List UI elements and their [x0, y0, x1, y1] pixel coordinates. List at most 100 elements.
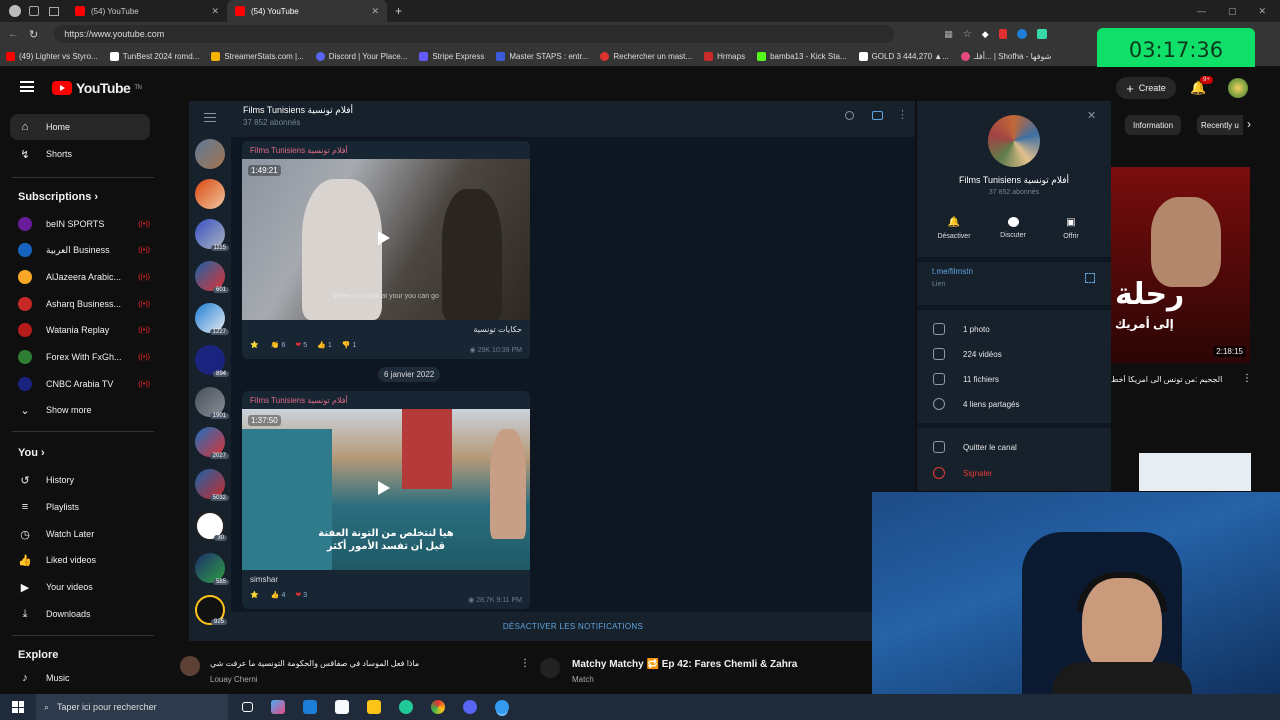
chat-avatar[interactable]: 894 [195, 345, 229, 377]
avatar[interactable] [1228, 78, 1248, 98]
outlook-icon[interactable] [303, 700, 317, 714]
reaction-chip[interactable]: ⭐ [250, 591, 261, 599]
back-icon[interactable]: ← [8, 28, 19, 40]
video-title[interactable]: الجحيم :من تونس الى امريكا أخط [1111, 375, 1239, 384]
minimize-icon[interactable]: — [1197, 6, 1206, 17]
shared-links-row[interactable]: 4 liens partagés [933, 398, 1019, 410]
start-icon[interactable] [12, 701, 24, 713]
sidebar-item-your-videos[interactable]: ▶ Your videos [10, 574, 150, 600]
gift-button[interactable]: ▣ Offrir [1046, 209, 1096, 247]
sidebar-item-history[interactable]: ↺ History [10, 467, 150, 493]
chip-recently-uploaded[interactable]: Recently u [1197, 115, 1243, 135]
sidebar-item-downloads[interactable]: ⤓ Downloads [10, 601, 150, 627]
url-field[interactable]: https://www.youtube.com [54, 25, 895, 43]
close-window-icon[interactable]: ✕ [1258, 6, 1266, 17]
reaction-chip[interactable]: ❤ 5 [295, 341, 307, 350]
new-tab-button[interactable]: + [395, 4, 402, 18]
bookmark-item[interactable]: bamba13 - Kick Sta... [757, 51, 847, 61]
reload-icon[interactable]: ↻ [29, 28, 38, 41]
menu-icon[interactable] [204, 113, 216, 122]
bookmark-item[interactable]: Stripe Express [419, 51, 484, 61]
tab-youtube-1[interactable]: (54) YouTube ✕ [67, 0, 227, 22]
report-button[interactable]: Signaler [933, 467, 992, 479]
bookmark-item[interactable]: (49) Lighter vs Styro... [6, 51, 98, 61]
chat-avatar[interactable]: 1227 [195, 303, 229, 335]
more-options-icon[interactable]: ⋮ [897, 108, 908, 121]
tab-actions-icon[interactable] [49, 6, 59, 16]
show-more-button[interactable]: ⌄ Show more [10, 397, 150, 423]
edge-icon[interactable] [399, 700, 413, 714]
leave-channel-button[interactable]: Quitter le canal [933, 441, 1017, 453]
qr-code-icon[interactable] [1085, 273, 1095, 283]
sidebar-item-subscription[interactable]: Forex With FxGh... ((•)) [10, 344, 150, 370]
video-thumbnail[interactable] [1139, 453, 1251, 491]
reaction-chip[interactable]: 👍 4 [271, 591, 286, 600]
media-videos-row[interactable]: 224 vidéos [933, 348, 1002, 360]
bookmark-item[interactable]: StreamerStats.com |... [211, 51, 304, 61]
close-icon[interactable]: ✕ [1087, 109, 1096, 122]
bookmark-item[interactable]: Discord | Your Place... [315, 51, 407, 61]
channel-post[interactable]: Films Tunisiens أفلام تونسية 1:49:21 Whe… [242, 141, 530, 359]
menu-icon[interactable] [20, 81, 34, 92]
play-icon[interactable] [378, 481, 394, 497]
extension-red-icon[interactable] [998, 29, 1007, 39]
sidebar-item-subscription[interactable]: العربية Business ((•)) [10, 237, 150, 263]
sidebar-item-subscription[interactable]: CNBC Arabia TV ((•)) [10, 371, 150, 397]
reaction-chip[interactable]: 👎 1 [342, 341, 357, 350]
channel-link[interactable]: t.me/filmstn [932, 267, 973, 276]
media-photos-row[interactable]: 1 photo [933, 323, 990, 335]
mute-button[interactable]: 🔔 Désactiver [929, 209, 979, 247]
extension-green-icon[interactable] [1036, 29, 1047, 39]
chevron-right-icon[interactable]: › [1247, 117, 1251, 131]
chat-avatar[interactable]: 30 [195, 511, 227, 541]
bookmark-item[interactable]: TunBest 2024 romd... [109, 51, 199, 61]
bookmark-item[interactable]: Hrmaps [704, 51, 745, 61]
reaction-chip[interactable]: ⭐ [250, 341, 261, 349]
discuss-button[interactable]: Discuter [988, 209, 1038, 247]
bookmark-item[interactable]: Rechercher un mast... [600, 51, 692, 61]
create-button[interactable]: + Create [1116, 77, 1176, 99]
chat-avatar[interactable]: 1115 [195, 219, 229, 251]
notifications-button[interactable]: 🔔 9+ [1190, 76, 1213, 96]
chat-avatar[interactable] [195, 179, 225, 209]
reaction-chip[interactable]: 👍 1 [317, 341, 332, 350]
sidebar-item-shorts[interactable]: ↯ Shorts [10, 141, 150, 167]
feed-video-item[interactable]: ماذا فعل الموساد في صفاقس والحكومة التون… [180, 652, 530, 692]
video-thumbnail[interactable]: رحلة إلى أمريك 2:18:15 [1111, 167, 1250, 363]
bookmark-item[interactable]: Master STAPS : entr... [496, 51, 588, 61]
sidebar-item-subscription[interactable]: beIN SPORTS ((•)) [10, 211, 150, 237]
star-icon[interactable]: ☆ [963, 29, 972, 40]
sidebar-toggle-icon[interactable] [872, 111, 883, 120]
telegram-icon[interactable] [495, 700, 509, 714]
video-media[interactable]: 1:37:50 هيا لنتخلص من التونة العفنة قبل … [242, 409, 530, 570]
sidebar-item-music[interactable]: ♪ Music [10, 665, 150, 691]
reaction-chip[interactable]: ❤ 3 [295, 591, 307, 600]
more-options-icon[interactable]: ⋮ [520, 658, 530, 669]
chat-title[interactable]: Films Tunisiens أفلام تونسية [243, 105, 353, 116]
search-box[interactable]: ⌕ Taper ici pour rechercher [36, 694, 228, 720]
media-files-row[interactable]: 11 fichiers [933, 373, 999, 385]
sidebar-item-subscription[interactable]: Watania Replay ((•)) [10, 317, 150, 343]
sidebar-item-watch-later[interactable]: ◷ Watch Later [10, 521, 150, 547]
close-tab-icon[interactable]: ✕ [371, 6, 379, 17]
search-icon[interactable] [845, 111, 854, 120]
chat-avatar[interactable]: 601 [195, 261, 229, 293]
channel-avatar[interactable] [988, 115, 1040, 167]
maximize-icon[interactable]: ▢ [1228, 6, 1237, 17]
sidebar-item-playlists[interactable]: ≡ Playlists [10, 494, 150, 520]
chat-avatar[interactable]: 585 [195, 553, 229, 585]
channel-post[interactable]: Films Tunisiens أفلام تونسية 1:37:50 هيا… [242, 391, 530, 609]
chip-information[interactable]: Information [1125, 115, 1182, 135]
reaction-chip[interactable]: 👏 6 [271, 341, 286, 350]
sidebar-item-subscription[interactable]: AlJazeera Arabic... ((•)) [10, 264, 150, 290]
tab-youtube-2[interactable]: (54) YouTube ✕ [227, 0, 387, 22]
bookmark-item[interactable]: أفلـ... | Shofha - شوفها [960, 51, 1051, 61]
youtube-logo[interactable]: YouTube TN [52, 80, 142, 96]
copilot-icon[interactable] [271, 700, 285, 714]
feed-video-item[interactable]: Matchy Matchy 🔁 Ep 42: Fares Chemli & Za… [540, 652, 870, 692]
more-options-icon[interactable]: ⋮ [1242, 373, 1252, 384]
sidebar-item-liked-videos[interactable]: 👍 Liked videos [10, 547, 150, 573]
store-icon[interactable] [335, 700, 349, 714]
chat-avatar[interactable]: 925 [195, 595, 227, 625]
mute-notifications-button[interactable]: DÉSACTIVER LES NOTIFICATIONS [231, 612, 915, 641]
